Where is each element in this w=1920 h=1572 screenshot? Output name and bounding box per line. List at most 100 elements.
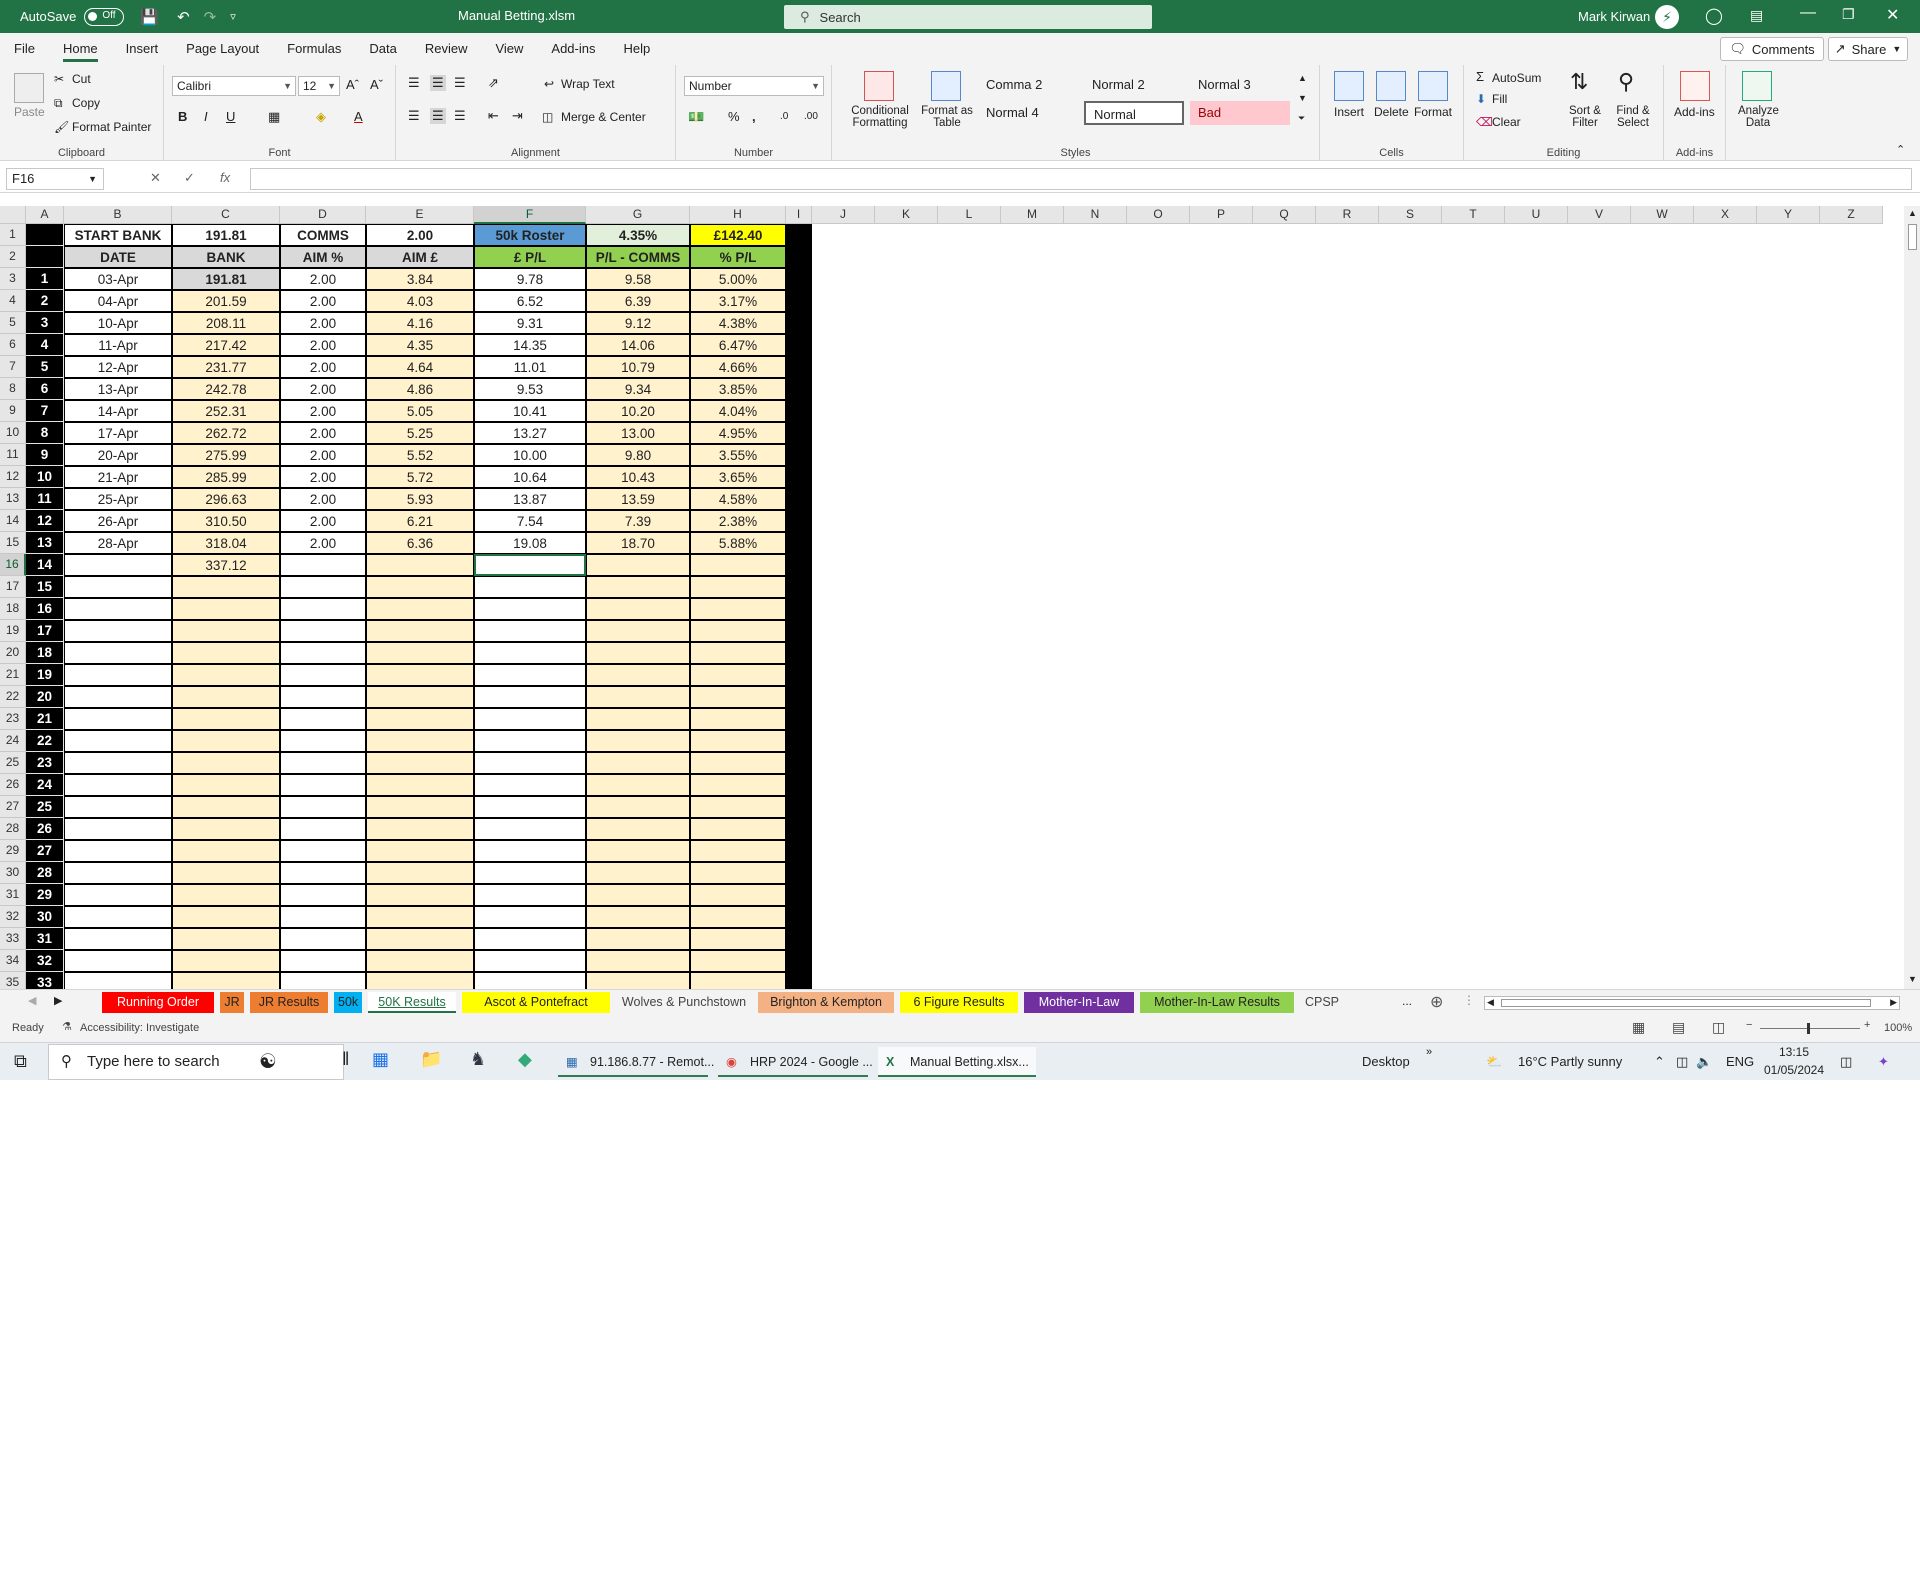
volume-icon[interactable]: 🔈 (1696, 1043, 1712, 1081)
cell-d12[interactable]: 2.00 (280, 466, 366, 488)
analyze-data-button[interactable]: Analyze Data (1738, 105, 1779, 129)
cell-c28[interactable] (172, 818, 280, 840)
paste-icon[interactable] (14, 73, 44, 103)
cell-b25[interactable] (64, 752, 172, 774)
scroll-left-icon[interactable]: ◀ (1487, 997, 1494, 1008)
cell-b13[interactable]: 25-Apr (64, 488, 172, 510)
cell-e18[interactable] (366, 598, 474, 620)
cell-h21[interactable] (690, 664, 786, 686)
cell-f2[interactable]: £ P/L (474, 246, 586, 268)
increase-font-icon[interactable]: Aˆ (346, 77, 359, 92)
row-header-30[interactable]: 30 (0, 862, 26, 884)
row-header-34[interactable]: 34 (0, 950, 26, 972)
cell-d17[interactable] (280, 576, 366, 598)
copy-button[interactable]: Copy (72, 96, 100, 110)
cell-b11[interactable]: 20-Apr (64, 444, 172, 466)
row-header-24[interactable]: 24 (0, 730, 26, 752)
cell-g19[interactable] (586, 620, 690, 642)
cell-f15[interactable]: 19.08 (474, 532, 586, 554)
decrease-font-icon[interactable]: Aˇ (370, 77, 383, 92)
cell-b20[interactable] (64, 642, 172, 664)
cell-f6[interactable]: 14.35 (474, 334, 586, 356)
cell-f21[interactable] (474, 664, 586, 686)
cell-c30[interactable] (172, 862, 280, 884)
cell-g18[interactable] (586, 598, 690, 620)
cell-d2[interactable]: AIM % (280, 246, 366, 268)
cell-h25[interactable] (690, 752, 786, 774)
cell-c15[interactable]: 318.04 (172, 532, 280, 554)
cell-d27[interactable] (280, 796, 366, 818)
cell-a5[interactable]: 3 (26, 312, 64, 334)
cell-g13[interactable]: 13.59 (586, 488, 690, 510)
cell-c26[interactable] (172, 774, 280, 796)
cell-b4[interactable]: 04-Apr (64, 290, 172, 312)
cell-g31[interactable] (586, 884, 690, 906)
conditional-formatting-icon[interactable] (864, 71, 894, 101)
horizontal-scrollbar[interactable]: ◀ ▶ (1484, 996, 1900, 1010)
cell-g32[interactable] (586, 906, 690, 928)
cell-g25[interactable] (586, 752, 690, 774)
cell-g9[interactable]: 10.20 (586, 400, 690, 422)
style-normal[interactable]: Normal (1084, 101, 1184, 125)
column-header-e[interactable]: E (366, 206, 474, 224)
cell-e31[interactable] (366, 884, 474, 906)
align-middle-icon[interactable]: ☰ (430, 75, 446, 91)
row-header-5[interactable]: 5 (0, 312, 26, 334)
network-icon[interactable]: ◫ (1676, 1043, 1688, 1081)
cell-c24[interactable] (172, 730, 280, 752)
cell-c7[interactable]: 231.77 (172, 356, 280, 378)
cell-f5[interactable]: 9.31 (474, 312, 586, 334)
column-header-w[interactable]: W (1631, 206, 1694, 224)
cell-a18[interactable]: 16 (26, 598, 64, 620)
tab-page-layout[interactable]: Page Layout (172, 33, 273, 65)
cell-e12[interactable]: 5.72 (366, 466, 474, 488)
cell-a33[interactable]: 31 (26, 928, 64, 950)
cell-e32[interactable] (366, 906, 474, 928)
tab-file[interactable]: File (0, 33, 49, 65)
cell-a20[interactable]: 18 (26, 642, 64, 664)
normal-view-icon[interactable]: ▦ (1632, 1019, 1645, 1036)
cell-h22[interactable] (690, 686, 786, 708)
decrease-decimal-icon[interactable]: .00 (804, 111, 818, 122)
fill-icon[interactable]: ⬇ (1476, 92, 1486, 106)
cell-c25[interactable] (172, 752, 280, 774)
search-box[interactable]: ⚲ Search (784, 5, 1152, 29)
column-header-y[interactable]: Y (1757, 206, 1820, 224)
cell-a17[interactable]: 15 (26, 576, 64, 598)
style-normal-2[interactable]: Normal 2 (1084, 73, 1184, 97)
weather-icon[interactable]: ⛅ (1486, 1043, 1502, 1081)
cell-h13[interactable]: 4.58% (690, 488, 786, 510)
cell-h2[interactable]: % P/L (690, 246, 786, 268)
cell-g26[interactable] (586, 774, 690, 796)
cell-h28[interactable] (690, 818, 786, 840)
comments-button[interactable]: 🗨 Comments (1720, 37, 1824, 61)
cell-c18[interactable] (172, 598, 280, 620)
paste-button[interactable]: Paste (14, 105, 45, 119)
cell-e34[interactable] (366, 950, 474, 972)
cell-e19[interactable] (366, 620, 474, 642)
autosum-button[interactable]: AutoSum (1492, 71, 1541, 85)
row-header-25[interactable]: 25 (0, 752, 26, 774)
column-header-m[interactable]: M (1001, 206, 1064, 224)
cell-h30[interactable] (690, 862, 786, 884)
column-header-v[interactable]: V (1568, 206, 1631, 224)
undo-icon[interactable]: ↶ (177, 8, 190, 26)
autosum-icon[interactable]: Σ (1476, 69, 1484, 84)
cell-f34[interactable] (474, 950, 586, 972)
cell-f12[interactable]: 10.64 (474, 466, 586, 488)
delete-cells-button[interactable]: Delete (1374, 105, 1409, 119)
scroll-up-icon[interactable]: ▲ (1908, 208, 1917, 218)
horse-app-icon[interactable]: ♞ (470, 1049, 486, 1070)
cell-h1[interactable]: £142.40 (690, 224, 786, 246)
sheet-tab-ascot-pontefract[interactable]: Ascot & Pontefract (462, 992, 610, 1013)
copy-icon[interactable]: ⧉ (54, 96, 63, 111)
sheet-tab-50k-results[interactable]: 50K Results (368, 992, 456, 1013)
insert-function-icon[interactable]: fx (220, 170, 230, 185)
addins-button[interactable]: Add-ins (1674, 105, 1715, 119)
taskbar-app-chrome[interactable]: ◉ HRP 2024 - Google ... (718, 1047, 873, 1077)
cell-b8[interactable]: 13-Apr (64, 378, 172, 400)
cell-a2[interactable] (26, 246, 64, 268)
row-header-21[interactable]: 21 (0, 664, 26, 686)
row-header-2[interactable]: 2 (0, 246, 26, 268)
comma-icon[interactable]: , (752, 109, 756, 124)
